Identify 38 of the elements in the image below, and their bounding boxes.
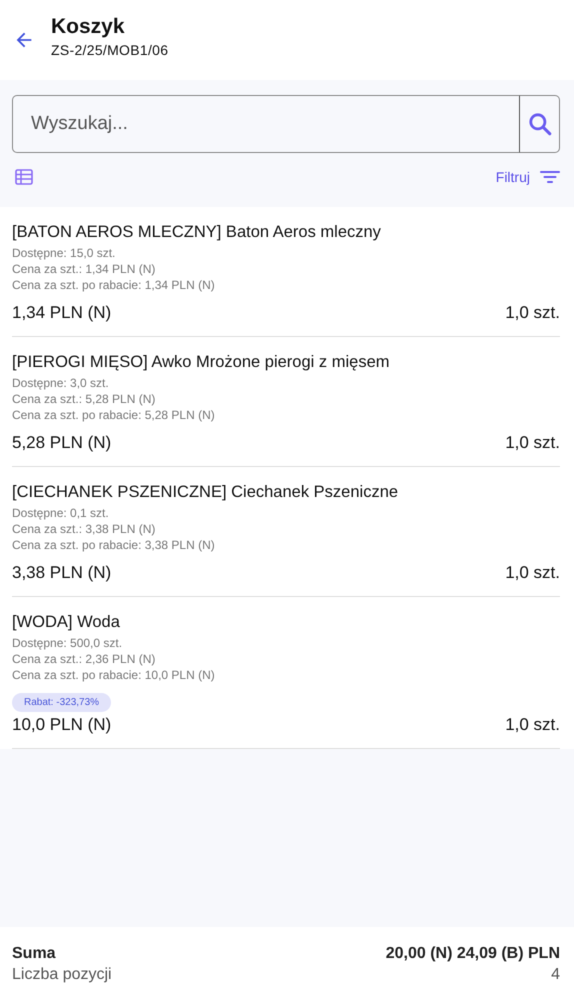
item-quantity: 1,0 szt. [505,715,560,735]
item-price: 3,38 PLN (N) [12,563,112,583]
product-detail: Dostępne: 500,0 szt. [12,635,122,651]
product-detail: Cena za szt.: 2,36 PLN (N) [12,651,156,667]
document-number: ZS-2/25/MOB1/06 [51,42,168,58]
product-detail: Cena za szt. po rabacie: 10,0 PLN (N) [12,667,215,683]
product-detail: Cena za szt. po rabacie: 1,34 PLN (N) [12,277,215,293]
summary-value: 4 [551,965,560,985]
product-detail: Cena za szt.: 5,28 PLN (N) [12,391,156,407]
product-detail: Cena za szt.: 1,34 PLN (N) [12,261,156,277]
product-detail: Cena za szt.: 3,38 PLN (N) [12,521,156,537]
search-button[interactable] [520,95,560,153]
product-detail: Cena za szt. po rabacie: 5,28 PLN (N) [12,407,215,423]
summary-value: 20,00 (N) 24,09 (B) PLN [386,944,560,964]
item-quantity: 1,0 szt. [505,563,560,583]
discount-badge: Rabat: -323,73% [12,693,112,712]
product-detail: Dostępne: 0,1 szt. [12,505,109,521]
item-quantity: 1,0 szt. [505,303,560,323]
item-price: 10,0 PLN (N) [12,715,112,735]
search-icon [526,111,552,137]
product-name: [PIEROGI MIĘSO] Awko Mrożone pierogi z mięsem [12,353,390,372]
filter-icon [540,170,560,184]
table-icon [15,169,33,185]
table-view-button[interactable] [12,169,36,185]
page-title: Koszyk [51,14,126,38]
product-detail: Cena za szt. po rabacie: 3,38 PLN (N) [12,537,215,553]
filter-button[interactable]: Filtruj [496,169,560,185]
item-price: 1,34 PLN (N) [12,303,112,323]
product-name: [CIECHANEK PSZENICZNE] Ciechanek Pszeniczne [12,483,398,502]
summary-label: Liczba pozycji [12,965,112,985]
product-detail: Dostępne: 3,0 szt. [12,375,109,391]
search-field[interactable]: Wyszukaj... [12,95,520,153]
product-name: [WODA] Woda [12,613,120,632]
item-price: 5,28 PLN (N) [12,433,112,453]
summary-label: Suma [12,944,56,964]
product-detail: Dostępne: 15,0 szt. [12,245,116,261]
product-name: [BATON AEROS MLECZNY] Baton Aeros mleczny [12,223,381,242]
item-quantity: 1,0 szt. [505,433,560,453]
